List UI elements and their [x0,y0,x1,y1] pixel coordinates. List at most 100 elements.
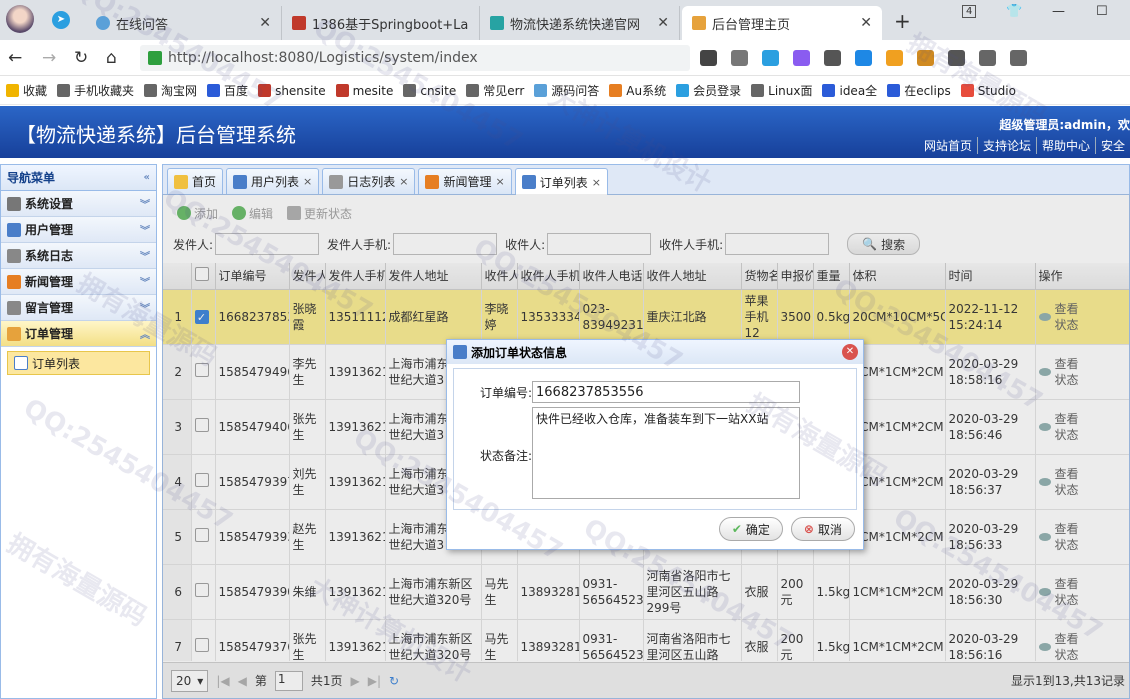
logistics-icon [490,16,504,30]
translate-icon[interactable] [793,50,810,66]
bookmark-item[interactable]: 会员登录 [676,82,741,99]
undo-icon[interactable] [1010,50,1027,66]
browser-tools [700,50,1027,66]
save-icon [453,345,467,359]
status-remark-textarea[interactable]: 快件已经收入仓库，准备装车到下一站XX站 [532,407,800,499]
close-icon[interactable]: ✕ [842,344,858,360]
menu-icon [7,248,21,263]
bookmark-item[interactable]: mesite [335,84,393,98]
tab-icon [425,174,440,189]
sidebar-item[interactable]: 留言管理 ︾ [1,295,156,321]
page-tab[interactable]: 首页 [167,168,224,194]
page-tab[interactable]: 用户列表 × [226,168,320,194]
bookmark-item[interactable]: Au系统 [609,82,666,99]
bookmark-icon [6,84,19,97]
extension-icon[interactable] [762,50,779,66]
close-icon[interactable]: ✕ [860,15,872,31]
shield-icon[interactable] [886,50,903,66]
bookmark-item[interactable]: 手机收藏夹 [57,82,134,99]
bookmark-item[interactable]: 在eclips [887,82,951,99]
sidebar-item[interactable]: 系统日志 ︾ [1,243,156,269]
address-bar: ← → ↻ ⌂ http://localhost:8080/Logistics/… [0,40,1130,76]
app-title: 【物流快递系统】后台管理系统 [16,123,296,147]
browser-tab-3[interactable]: 物流快递系统快递官网 ✕ [480,6,680,40]
chevron-down-icon[interactable]: ︾ [140,300,150,315]
more-icon[interactable] [731,50,748,66]
bookmark-item[interactable]: shensite [258,84,326,98]
bookmarks-bar: 收藏 手机收藏夹 淘宝网 百度 shensite mesite cnsite 常见err 源码问… [0,77,1130,105]
chevron-down-icon[interactable]: ︾ [140,222,150,237]
maximize-icon[interactable]: ☐ [1096,4,1108,19]
grid-icon[interactable] [948,50,965,66]
user-info: 超级管理员:admin，欢 [999,118,1130,132]
bookmark-item[interactable]: Linux面 [751,82,812,99]
close-icon[interactable]: × [592,176,601,189]
profile-avatar[interactable] [6,5,34,33]
sidebar-item[interactable]: 用户管理 ︾ [1,217,156,243]
sidebar-item-order-list[interactable]: 订单列表 [7,351,150,375]
shirt-icon[interactable]: 👕 [1006,4,1022,19]
bookmark-item[interactable]: 源码问答 [534,82,599,99]
sidebar: 导航菜单 « 系统设置 ︾ 用户管理 ︾ 系统日志 ︾ 新闻管理 ︾ 留言管理 ︾ 订单管理 ︽ 订单列… [0,164,157,699]
link-security[interactable]: 安全 [1094,137,1130,154]
new-tab-icon[interactable]: + [894,9,911,33]
order-number-input[interactable]: 1668237853556 [532,381,800,403]
chevron-down-icon[interactable]: ︾ [140,248,150,263]
puzzle-icon[interactable] [917,50,934,66]
bookmark-item[interactable]: Studio [960,84,1016,98]
key-icon[interactable] [700,50,717,66]
page-tab[interactable]: 日志列表 × [322,168,416,194]
page-tab[interactable]: 订单列表 × [514,168,608,195]
menu-icon [7,300,21,315]
bookmark-item[interactable]: 淘宝网 [144,82,197,99]
browser-tab-1[interactable]: 在线问答 ✕ [86,6,282,40]
bookmark-item[interactable]: 收藏 [6,82,47,99]
page-tab[interactable]: 新闻管理 × [418,168,512,194]
bookmark-icon [822,84,836,97]
link-home[interactable]: 网站首页 [919,137,977,154]
reload-icon[interactable]: ↻ [74,48,88,68]
search-icon[interactable] [855,50,872,66]
confirm-button[interactable]: ✔ 确定 [718,517,783,541]
bookmark-icon [676,84,690,97]
back-icon[interactable]: ← [8,48,22,68]
bookmark-item[interactable]: 百度 [207,82,248,99]
menu-icon [7,196,21,211]
close-icon[interactable]: × [399,175,408,188]
sidebar-item[interactable]: 系统设置 ︾ [1,191,156,217]
bookmark-icon [960,84,974,97]
cancel-button[interactable]: ⊗ 取消 [790,517,855,541]
browser-tab-4[interactable]: 后台管理主页 ✕ [682,6,882,40]
forward-icon[interactable]: → [42,48,56,68]
chevron-down-icon[interactable]: ︾ [140,196,150,211]
bookmark-item[interactable]: 常见err [466,82,524,99]
close-icon[interactable]: × [496,175,505,188]
link-help[interactable]: 帮助中心 [1035,137,1095,154]
tab-icon [521,175,536,189]
home-icon[interactable]: ⌂ [106,48,117,68]
close-icon[interactable]: × [303,175,312,188]
bookmark-item[interactable]: cnsite [403,84,456,98]
chevron-up-icon[interactable]: ︽ [140,326,150,341]
minimize-icon[interactable]: — [1052,4,1065,19]
close-icon[interactable]: ✕ [259,15,271,31]
bookmark-item[interactable]: idea全 [822,82,877,99]
dialog-title: 添加订单状态信息 [471,345,568,360]
tab-count-badge[interactable]: 4 [962,5,977,18]
sidebar-item[interactable]: 订单管理 ︽ [1,321,156,347]
telegram-icon[interactable]: ➤ [52,11,70,29]
collapse-icon[interactable]: « [144,172,150,183]
close-icon[interactable]: ✕ [657,15,669,31]
link-forum[interactable]: 支持论坛 [976,137,1036,154]
bookmark-icon [335,84,349,97]
chevron-down-icon[interactable]: ︾ [140,274,150,289]
bookmark-icon [751,84,765,97]
sidebar-item[interactable]: 新闻管理 ︾ [1,269,156,295]
download-icon[interactable] [979,50,996,66]
tab-icon [174,174,188,189]
scissors-icon[interactable] [824,50,841,66]
question-icon [96,16,110,30]
browser-tab-2[interactable]: 1386基于Springboot+La [282,6,480,40]
url-input[interactable]: http://localhost:8080/Logistics/system/i… [140,45,690,71]
dialog-header: 添加订单状态信息 [447,340,863,364]
